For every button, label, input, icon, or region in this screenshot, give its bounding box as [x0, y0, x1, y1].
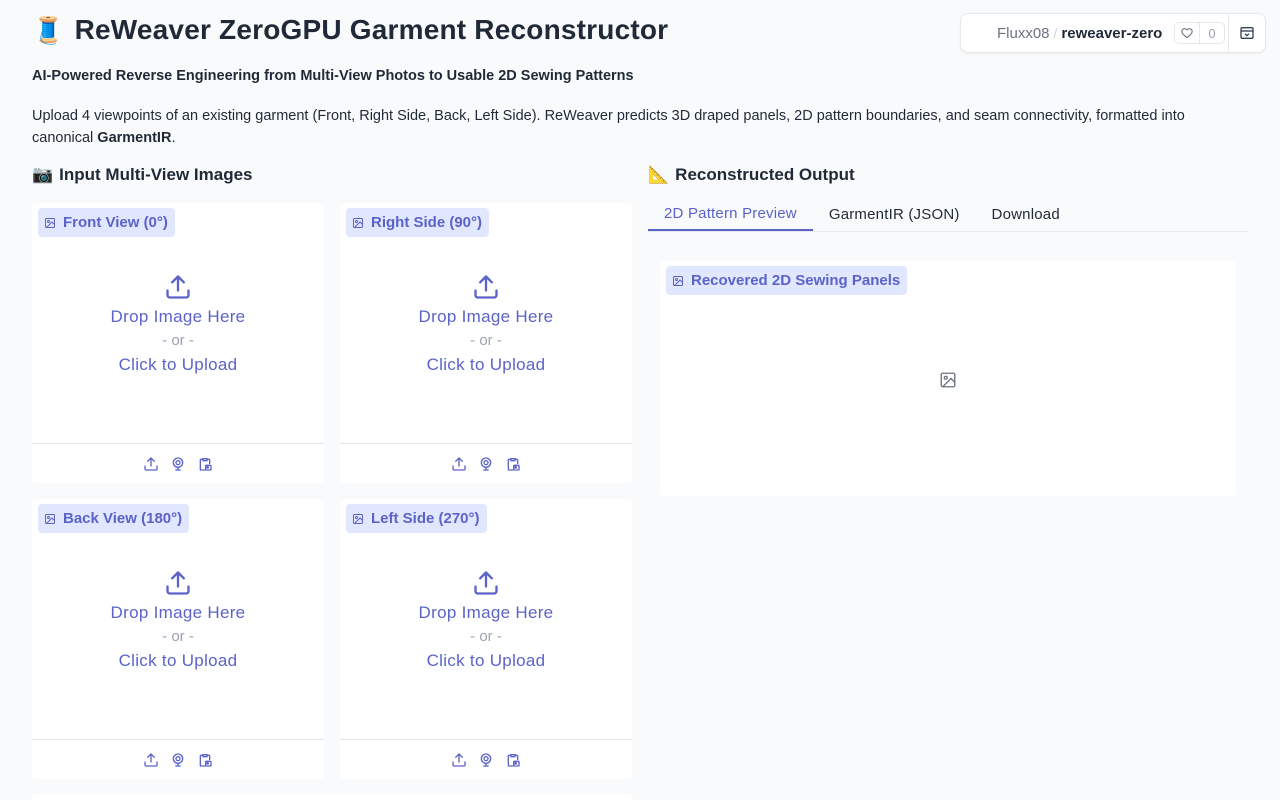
source-toolbar: [340, 443, 632, 483]
upload-icon: [143, 752, 159, 768]
upload-icon: [143, 456, 159, 472]
tab-download[interactable]: Download: [976, 198, 1076, 230]
spool-icon: 🧵: [32, 14, 65, 45]
upload-card-right[interactable]: Right Side (90°) Drop Image Here - or - Cli…: [340, 203, 632, 483]
upload-icon: [451, 752, 467, 768]
app-root: 🧵 ReWeaver ZeroGPU Garment Reconstructor…: [0, 0, 1280, 800]
description-text: Upload 4 viewpoints of an existing garme…: [32, 108, 1185, 146]
webcam-icon: [478, 456, 494, 472]
webcam-source-button[interactable]: [170, 455, 187, 472]
upload-card-label: Back View (180°): [38, 504, 190, 533]
page-subtitle: AI-Powered Reverse Engineering from Mult…: [32, 68, 634, 84]
upload-icon: [472, 273, 500, 301]
pattern-preview-panel: Recovered 2D Sewing Panels: [660, 261, 1236, 496]
drop-image-text: Drop Image Here: [418, 307, 554, 326]
upload-card-left[interactable]: Left Side (270°) Drop Image Here - or - Cli…: [340, 499, 632, 779]
upload-card-label-text: Back View (180°): [63, 510, 183, 527]
image-icon: [44, 217, 56, 229]
upload-icon: [164, 273, 192, 301]
tab-garmentir-json[interactable]: GarmentIR (JSON): [813, 198, 976, 230]
webcam-source-button[interactable]: [170, 751, 187, 768]
clipboard-icon: [197, 456, 213, 472]
upload-source-button[interactable]: [451, 455, 468, 472]
upload-card-label-text: Front View (0°): [63, 214, 168, 231]
output-tabs: 2D Pattern Preview GarmentIR (JSON) Downlo…: [648, 198, 1248, 232]
tab-pattern-preview[interactable]: 2D Pattern Preview: [648, 198, 813, 231]
clipboard-source-button[interactable]: [197, 455, 214, 472]
input-section-title: Input Multi-View Images: [59, 165, 253, 184]
webcam-source-button[interactable]: [478, 751, 495, 768]
camera-icon: 📷: [32, 165, 54, 184]
or-text: - or -: [470, 628, 502, 645]
space-badge: Fluxx08 / reweaver-zero 0: [960, 13, 1266, 53]
upload-icon: [451, 456, 467, 472]
upload-card-front[interactable]: Front View (0°) Drop Image Here - or - Clic…: [32, 203, 324, 483]
like-button[interactable]: 0: [1174, 22, 1225, 44]
upload-source-button[interactable]: [143, 751, 160, 768]
drop-image-text: Drop Image Here: [418, 603, 554, 622]
space-owner-link[interactable]: Fluxx08: [997, 25, 1050, 42]
click-to-upload-text: Click to Upload: [426, 355, 546, 374]
clipboard-source-button[interactable]: [505, 751, 522, 768]
upload-source-button[interactable]: [143, 455, 160, 472]
drop-image-text: Drop Image Here: [110, 603, 246, 622]
space-separator: /: [1053, 25, 1058, 41]
page-title: 🧵 ReWeaver ZeroGPU Garment Reconstructor: [32, 14, 668, 46]
output-section-title: Reconstructed Output: [675, 165, 855, 184]
click-to-upload-text: Click to Upload: [118, 651, 238, 670]
or-text: - or -: [470, 332, 502, 349]
webcam-icon: [170, 752, 186, 768]
webcam-source-button[interactable]: [478, 455, 495, 472]
page-description: Upload 4 viewpoints of an existing garme…: [32, 105, 1212, 149]
collapse-header-button[interactable]: [1228, 14, 1265, 52]
drop-zone[interactable]: Drop Image Here - or - Click to Upload: [340, 569, 632, 673]
upload-card-label-text: Left Side (270°): [371, 510, 480, 527]
next-panel-edge: [32, 794, 632, 800]
upload-card-label-text: Right Side (90°): [371, 214, 483, 231]
upload-icon: [164, 569, 192, 597]
space-repo-link[interactable]: reweaver-zero: [1061, 25, 1162, 42]
image-icon: [44, 513, 56, 525]
upload-card-label: Right Side (90°): [346, 208, 490, 237]
image-placeholder-icon: [939, 371, 957, 389]
webcam-icon: [478, 752, 494, 768]
output-section-heading: 📐 Reconstructed Output: [648, 165, 855, 185]
clipboard-icon: [505, 752, 521, 768]
click-to-upload-text: Click to Upload: [118, 355, 238, 374]
upload-icon: [472, 569, 500, 597]
pattern-preview-label: Recovered 2D Sewing Panels: [666, 266, 908, 295]
clipboard-icon: [197, 752, 213, 768]
heart-icon: [1175, 23, 1201, 43]
source-toolbar: [32, 443, 324, 483]
clipboard-source-button[interactable]: [197, 751, 214, 768]
webcam-icon: [170, 456, 186, 472]
or-text: - or -: [162, 332, 194, 349]
click-to-upload-text: Click to Upload: [426, 651, 546, 670]
clipboard-icon: [505, 456, 521, 472]
collapse-icon: [1240, 27, 1254, 39]
drop-image-text: Drop Image Here: [110, 307, 246, 326]
page-title-text: ReWeaver ZeroGPU Garment Reconstructor: [74, 14, 669, 45]
drop-zone[interactable]: Drop Image Here - or - Click to Upload: [32, 273, 324, 377]
description-bold: GarmentIR: [97, 130, 172, 146]
drop-zone[interactable]: Drop Image Here - or - Click to Upload: [32, 569, 324, 673]
source-toolbar: [32, 739, 324, 779]
source-toolbar: [340, 739, 632, 779]
triangle-ruler-icon: 📐: [648, 165, 670, 184]
drop-zone[interactable]: Drop Image Here - or - Click to Upload: [340, 273, 632, 377]
image-icon: [672, 275, 684, 287]
like-count: 0: [1208, 25, 1216, 41]
upload-card-label: Left Side (270°): [346, 504, 487, 533]
image-icon: [352, 513, 364, 525]
image-icon: [352, 217, 364, 229]
description-end: .: [171, 130, 176, 146]
clipboard-source-button[interactable]: [505, 455, 522, 472]
or-text: - or -: [162, 628, 194, 645]
upload-card-back[interactable]: Back View (180°) Drop Image Here - or - Cli…: [32, 499, 324, 779]
input-section-heading: 📷 Input Multi-View Images: [32, 165, 253, 185]
pattern-preview-label-text: Recovered 2D Sewing Panels: [691, 272, 901, 289]
upload-source-button[interactable]: [451, 751, 468, 768]
upload-card-label: Front View (0°): [38, 208, 175, 237]
